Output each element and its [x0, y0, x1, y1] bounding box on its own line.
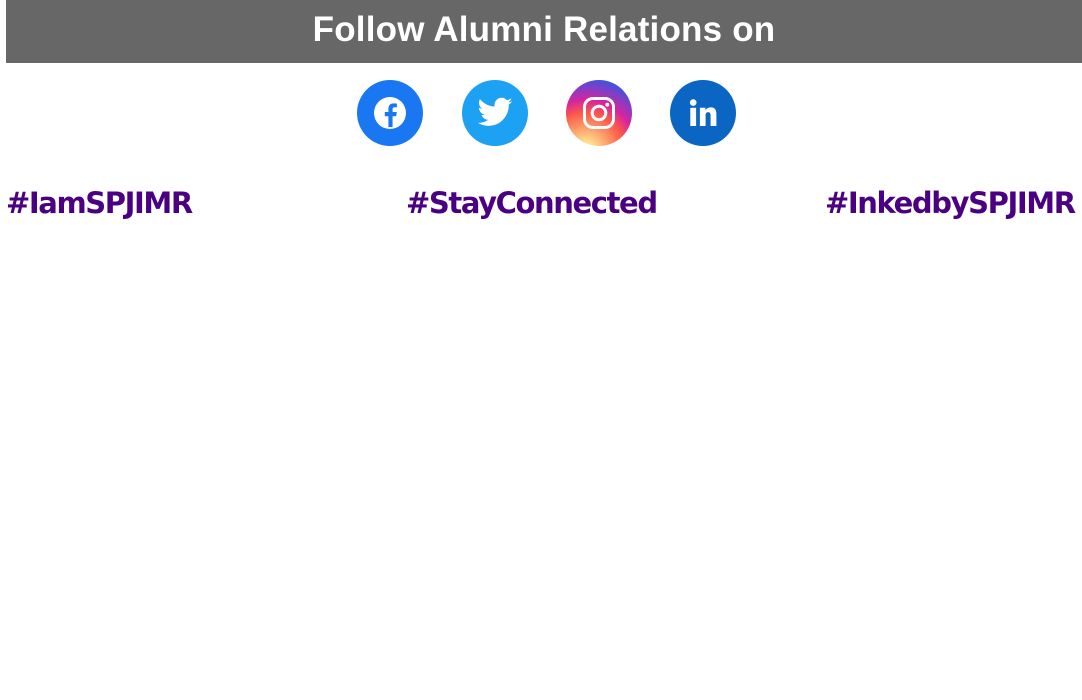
instagram-icon — [583, 97, 615, 129]
banner-title: Follow Alumni Relations on — [312, 9, 776, 49]
twitter-link[interactable] — [462, 80, 528, 146]
linkedin-link[interactable] — [670, 80, 736, 146]
social-links — [0, 80, 1082, 146]
hashtag-row: #IamSPJIMR #StayConnected #InkedbySPJIMR — [0, 186, 1082, 230]
follow-banner: Follow Alumni Relations on — [6, 0, 1082, 63]
hashtag-inkedbyspjimr[interactable]: #InkedbySPJIMR — [825, 186, 1076, 220]
facebook-icon — [374, 97, 406, 129]
linkedin-icon — [689, 99, 717, 126]
hashtag-iamspjimr[interactable]: #IamSPJIMR — [6, 186, 193, 220]
facebook-link[interactable] — [357, 80, 423, 146]
hashtag-stayconnected[interactable]: #StayConnected — [406, 186, 658, 220]
twitter-icon — [477, 97, 513, 126]
instagram-link[interactable] — [566, 80, 632, 146]
